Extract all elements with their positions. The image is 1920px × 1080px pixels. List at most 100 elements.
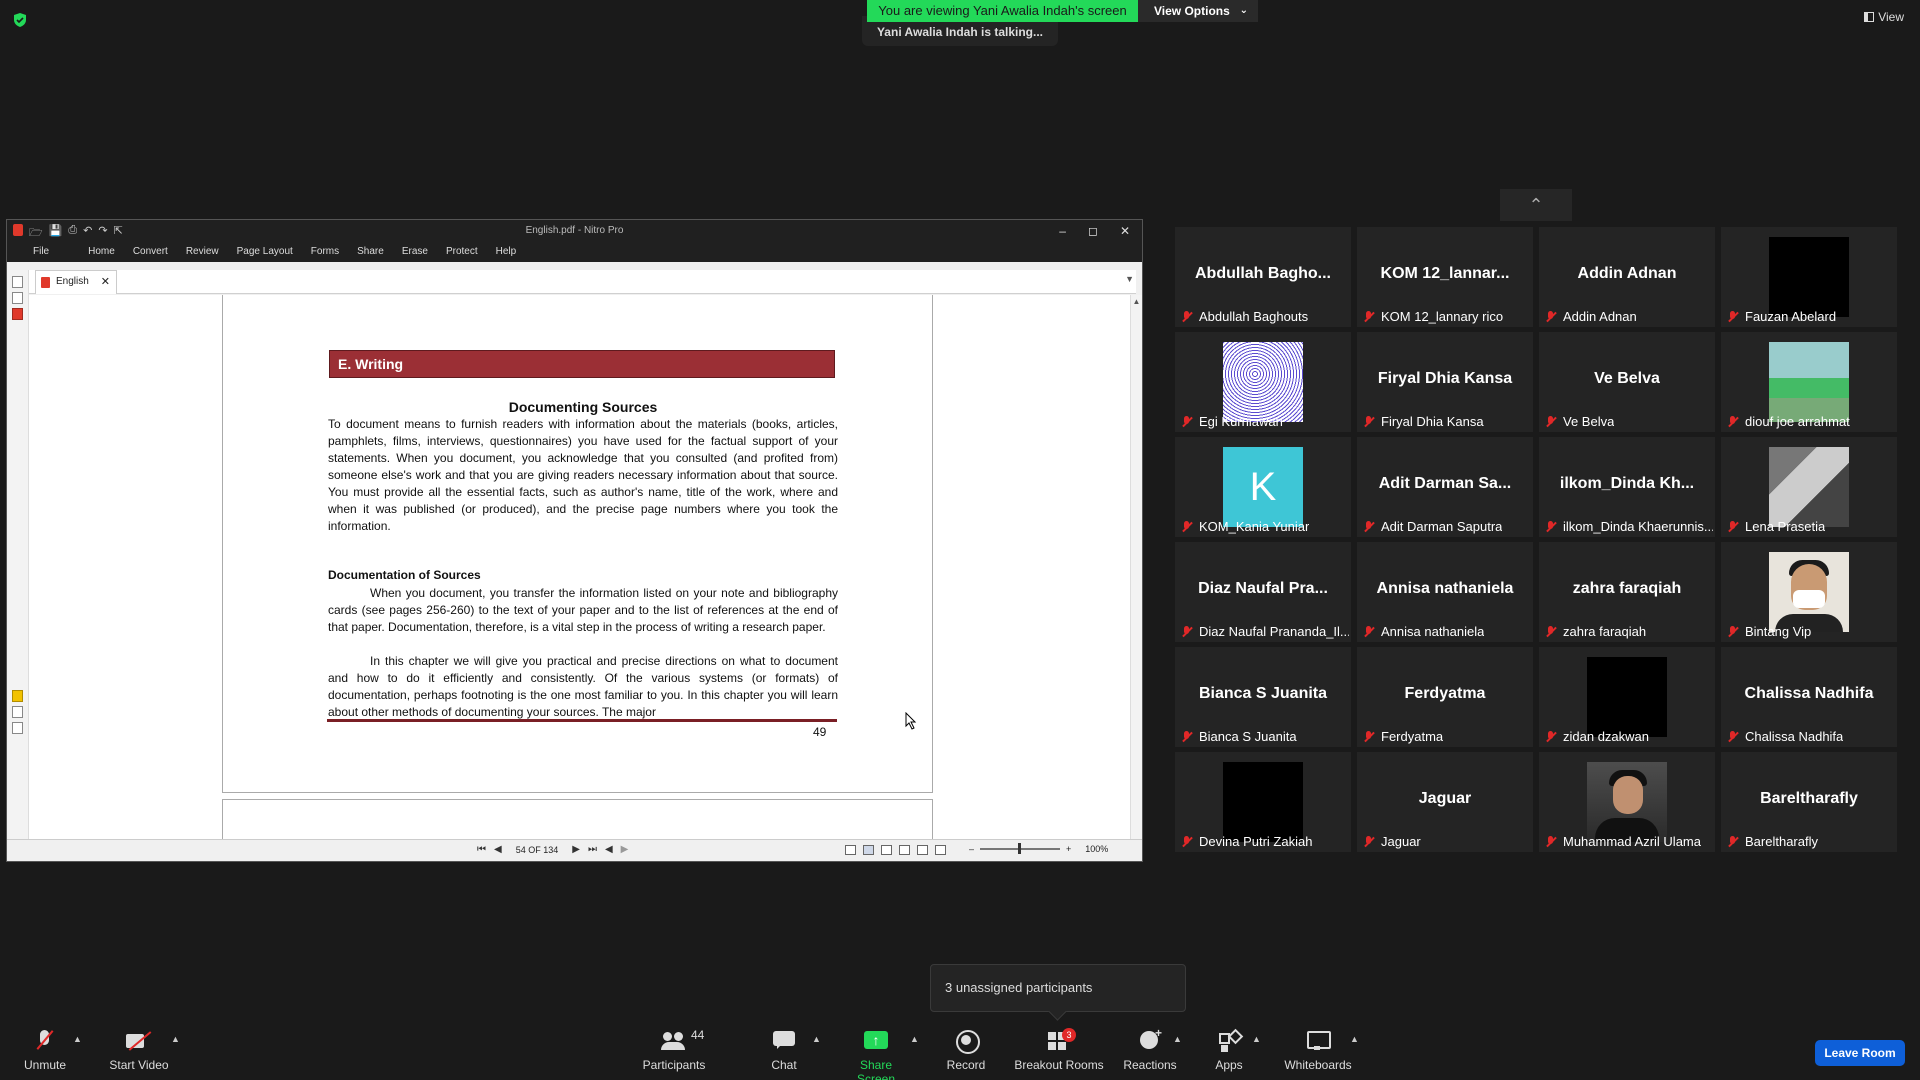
- participant-tile[interactable]: Diaz Naufal Pra... Diaz Naufal Prananda_I…: [1175, 542, 1351, 642]
- back-view-icon[interactable]: ◀: [605, 844, 613, 855]
- first-page-icon[interactable]: ⏮: [477, 844, 486, 855]
- start-video-button[interactable]: Start Video: [106, 1030, 172, 1072]
- close-icon[interactable]: ✕: [1120, 220, 1130, 242]
- participant-tile[interactable]: Ferdyatma Ferdyatma: [1357, 647, 1533, 747]
- last-page-icon[interactable]: ⏭: [588, 844, 597, 855]
- zoom-slider[interactable]: [980, 843, 1061, 854]
- participant-tile[interactable]: Addin Adnan Addin Adnan: [1539, 227, 1715, 327]
- participant-tile[interactable]: Bintang Vip: [1721, 542, 1897, 642]
- pages-panel-icon[interactable]: [12, 276, 23, 288]
- participant-tile[interactable]: diouf joe arrahmat: [1721, 332, 1897, 432]
- forward-view-icon[interactable]: ▶: [621, 844, 629, 855]
- zoom-out-icon[interactable]: –: [969, 844, 974, 854]
- menu-erase[interactable]: Erase: [393, 242, 437, 262]
- menu-convert[interactable]: Convert: [124, 242, 177, 262]
- menu-page-layout[interactable]: Page Layout: [228, 242, 302, 262]
- participant-tile[interactable]: Devina Putri Zakiah: [1175, 752, 1351, 852]
- participant-tile[interactable]: Egi Kurniawan: [1175, 332, 1351, 432]
- next-page-icon[interactable]: ▶: [572, 844, 580, 855]
- record-button[interactable]: Record: [944, 1030, 988, 1072]
- attachments-panel-icon[interactable]: [12, 308, 23, 320]
- unmute-button[interactable]: Unmute: [22, 1030, 68, 1072]
- chat-button[interactable]: Chat: [768, 1030, 800, 1072]
- zoom-level[interactable]: 100%: [1077, 844, 1108, 854]
- maximize-icon[interactable]: ◻: [1088, 220, 1098, 242]
- single-page-view-icon[interactable]: [845, 845, 856, 855]
- zoom-in-icon[interactable]: +: [1066, 844, 1071, 854]
- security-shield-icon[interactable]: [12, 12, 28, 28]
- participants-button[interactable]: 44 Participants: [640, 1028, 708, 1072]
- leave-room-button[interactable]: Leave Room: [1815, 1040, 1905, 1066]
- share-screen-button[interactable]: Share Screen: [840, 1030, 912, 1080]
- participant-tile[interactable]: Bareltharafly Bareltharafly: [1721, 752, 1897, 852]
- zoom-slider-thumb[interactable]: [1018, 843, 1022, 854]
- previous-page-icon[interactable]: ◀: [494, 844, 502, 855]
- close-tab-icon[interactable]: ✕: [101, 271, 110, 293]
- participant-tile[interactable]: Fauzan Abelard: [1721, 227, 1897, 327]
- bookmarks-panel-icon[interactable]: [12, 292, 23, 304]
- menu-forms[interactable]: Forms: [302, 242, 348, 262]
- menu-share[interactable]: Share: [348, 242, 393, 262]
- scroll-up-icon[interactable]: ▲: [1131, 295, 1142, 306]
- continuous-view-icon[interactable]: [863, 845, 874, 855]
- apps-caret-icon[interactable]: ▲: [1252, 1034, 1261, 1044]
- participant-tile[interactable]: Ve Belva Ve Belva: [1539, 332, 1715, 432]
- reactions-caret-icon[interactable]: ▲: [1173, 1034, 1182, 1044]
- participant-tile[interactable]: Adit Darman Sa... Adit Darman Saputra: [1357, 437, 1533, 537]
- microphone-muted-icon: [1545, 521, 1557, 533]
- fit-width-icon[interactable]: [917, 845, 928, 855]
- participant-tile[interactable]: Firyal Dhia Kansa Firyal Dhia Kansa: [1357, 332, 1533, 432]
- menu-help[interactable]: Help: [487, 242, 526, 262]
- tab-list-dropdown-icon[interactable]: ▼: [1125, 274, 1134, 284]
- participant-tile[interactable]: KOM 12_lannar... KOM 12_lannary rico: [1357, 227, 1533, 327]
- document-tab-english[interactable]: English ✕: [35, 270, 117, 294]
- share-options-caret-icon[interactable]: ▲: [910, 1034, 919, 1044]
- nitro-left-panel: [7, 270, 29, 839]
- video-off-icon: [126, 1030, 152, 1052]
- view-layout-button[interactable]: View: [1864, 10, 1904, 24]
- vertical-scrollbar[interactable]: ▲: [1130, 295, 1142, 839]
- participant-tile[interactable]: Annisa nathaniela Annisa nathaniela: [1357, 542, 1533, 642]
- reactions-button[interactable]: Reactions: [1122, 1026, 1178, 1072]
- participant-tile[interactable]: zahra faraqiah zahra faraqiah: [1539, 542, 1715, 642]
- chat-icon: [771, 1030, 797, 1052]
- facing-view-icon[interactable]: [881, 845, 892, 855]
- minimize-icon[interactable]: –: [1059, 220, 1066, 242]
- video-mask: [1793, 590, 1825, 608]
- breakout-badge: 3: [1062, 1028, 1076, 1042]
- participant-tile[interactable]: Muhammad Azril Ulama: [1539, 752, 1715, 852]
- facing-continuous-view-icon[interactable]: [899, 845, 910, 855]
- participant-name-label: Chalissa Nadhifa: [1727, 729, 1843, 744]
- fit-page-icon[interactable]: [935, 845, 946, 855]
- unassigned-participants-tooltip[interactable]: 3 unassigned participants: [930, 964, 1186, 1012]
- participant-name: Adit Darman Saputra: [1381, 519, 1503, 534]
- chat-options-caret-icon[interactable]: ▲: [812, 1034, 821, 1044]
- menu-file[interactable]: File: [7, 242, 79, 262]
- participant-tile[interactable]: Chalissa Nadhifa Chalissa Nadhifa: [1721, 647, 1897, 747]
- participant-tile[interactable]: Jaguar Jaguar: [1357, 752, 1533, 852]
- participant-tile[interactable]: Lena Prasetia: [1721, 437, 1897, 537]
- share-screen-icon: [863, 1030, 889, 1052]
- view-options-button[interactable]: View Options ⌄: [1138, 0, 1258, 22]
- menu-protect[interactable]: Protect: [437, 242, 487, 262]
- apps-button[interactable]: Apps: [1213, 1030, 1245, 1072]
- video-options-caret-icon[interactable]: ▲: [171, 1034, 180, 1044]
- menu-home[interactable]: Home: [79, 242, 124, 262]
- breakout-rooms-button[interactable]: 3 Breakout Rooms: [1012, 1028, 1106, 1072]
- gallery-page-up-button[interactable]: ⌃: [1500, 189, 1572, 221]
- tags-panel-icon[interactable]: [12, 722, 23, 734]
- participant-tile[interactable]: ilkom_Dinda Kh... ilkom_Dinda Khaerunnis.…: [1539, 437, 1715, 537]
- participant-tile[interactable]: K KOM_Kania Yuniar: [1175, 437, 1351, 537]
- audio-options-caret-icon[interactable]: ▲: [73, 1034, 82, 1044]
- participant-tile[interactable]: Bianca S Juanita Bianca S Juanita: [1175, 647, 1351, 747]
- participant-tile[interactable]: Abdullah Bagho... Abdullah Baghouts: [1175, 227, 1351, 327]
- whiteboards-caret-icon[interactable]: ▲: [1350, 1034, 1359, 1044]
- participant-tile[interactable]: zidan dzakwan: [1539, 647, 1715, 747]
- microphone-muted-icon: [1727, 731, 1739, 743]
- comments-panel-icon[interactable]: [12, 690, 23, 702]
- output-panel-icon[interactable]: [12, 706, 23, 718]
- document-viewer[interactable]: E. Writing Documenting Sources To docume…: [29, 295, 1130, 839]
- menu-review[interactable]: Review: [177, 242, 228, 262]
- page-indicator[interactable]: 54 OF 134: [510, 845, 565, 855]
- whiteboards-button[interactable]: Whiteboards: [1282, 1030, 1354, 1072]
